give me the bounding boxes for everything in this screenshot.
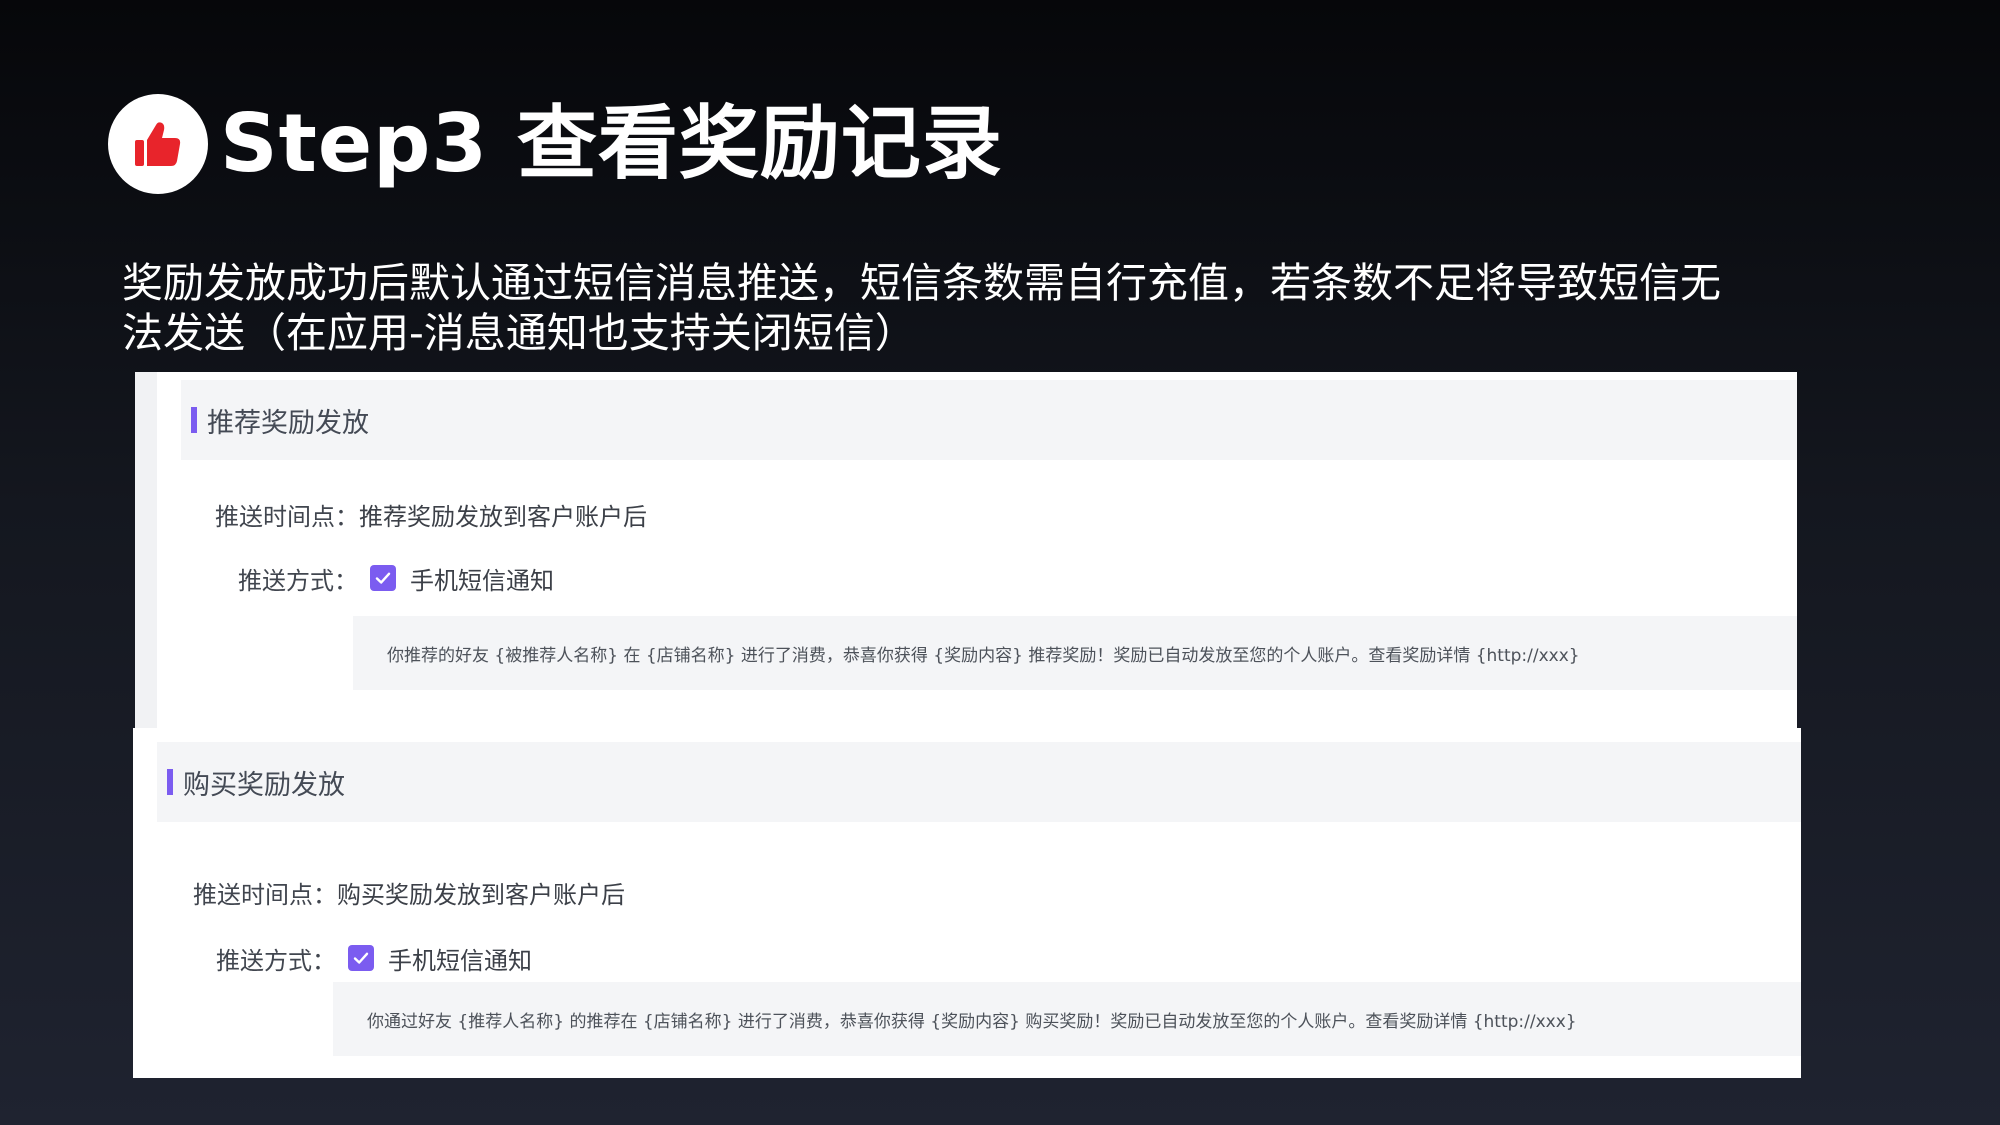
push-time-row: 推送时间点： 购买奖励发放到客户账户后 — [193, 872, 625, 912]
purchase-reward-panel: 购买奖励发放 推送时间点： 购买奖励发放到客户账户后 推送方式： 手机短信通知 … — [133, 728, 1801, 1078]
checkmark-icon — [353, 952, 369, 964]
push-method-label: 推送方式： — [238, 566, 358, 595]
push-time-row: 推送时间点： 推荐奖励发放到客户账户后 — [215, 494, 647, 534]
section-accent-bar — [191, 407, 197, 433]
slide-title-row: Step3 查看奖励记录 — [108, 94, 1003, 194]
push-method-row: 推送方式： 手机短信通知 — [238, 558, 554, 598]
push-time-value: 推荐奖励发放到客户账户后 — [359, 502, 647, 531]
description-line: 奖励发放成功后默认通过短信消息推送，短信条数需自行充值，若条数不足将导致短信无 — [122, 259, 1721, 307]
section-title: 购买奖励发放 — [183, 769, 345, 801]
description-line: 法发送（在应用-消息通知也支持关闭短信） — [122, 309, 916, 357]
sms-message-template: 你通过好友 {推荐人名称} 的推荐在 {店铺名称} 进行了消费，恭喜你获得 {奖… — [333, 982, 1801, 1056]
section-header: 推荐奖励发放 — [181, 380, 1797, 460]
push-method-row: 推送方式： 手机短信通知 — [216, 938, 532, 978]
slide-title: Step3 查看奖励记录 — [220, 97, 1003, 190]
push-method-label: 推送方式： — [216, 946, 336, 975]
thumbs-up-icon — [135, 122, 181, 166]
panel-side-strip — [135, 372, 157, 728]
sms-notify-checkbox[interactable] — [348, 945, 374, 971]
thumbs-up-badge — [108, 94, 208, 194]
push-time-label: 推送时间点： — [193, 880, 337, 909]
sms-notify-checkbox[interactable] — [370, 565, 396, 591]
slide-description: 奖励发放成功后默认通过短信消息推送，短信条数需自行充值，若条数不足将导致短信无 … — [122, 258, 1822, 358]
recommend-reward-panel: 推荐奖励发放 推送时间点： 推荐奖励发放到客户账户后 推送方式： 手机短信通知 … — [135, 372, 1797, 728]
section-title: 推荐奖励发放 — [207, 407, 369, 439]
sms-message-template: 你推荐的好友 {被推荐人名称} 在 {店铺名称} 进行了消费，恭喜你获得 {奖励… — [353, 616, 1797, 690]
sms-notify-option-label[interactable]: 手机短信通知 — [388, 941, 532, 976]
sms-notify-option-label[interactable]: 手机短信通知 — [410, 561, 554, 596]
section-header: 购买奖励发放 — [157, 742, 1801, 822]
checkmark-icon — [375, 572, 391, 584]
section-accent-bar — [167, 769, 173, 795]
push-time-label: 推送时间点： — [215, 502, 359, 531]
push-time-value: 购买奖励发放到客户账户后 — [337, 880, 625, 909]
